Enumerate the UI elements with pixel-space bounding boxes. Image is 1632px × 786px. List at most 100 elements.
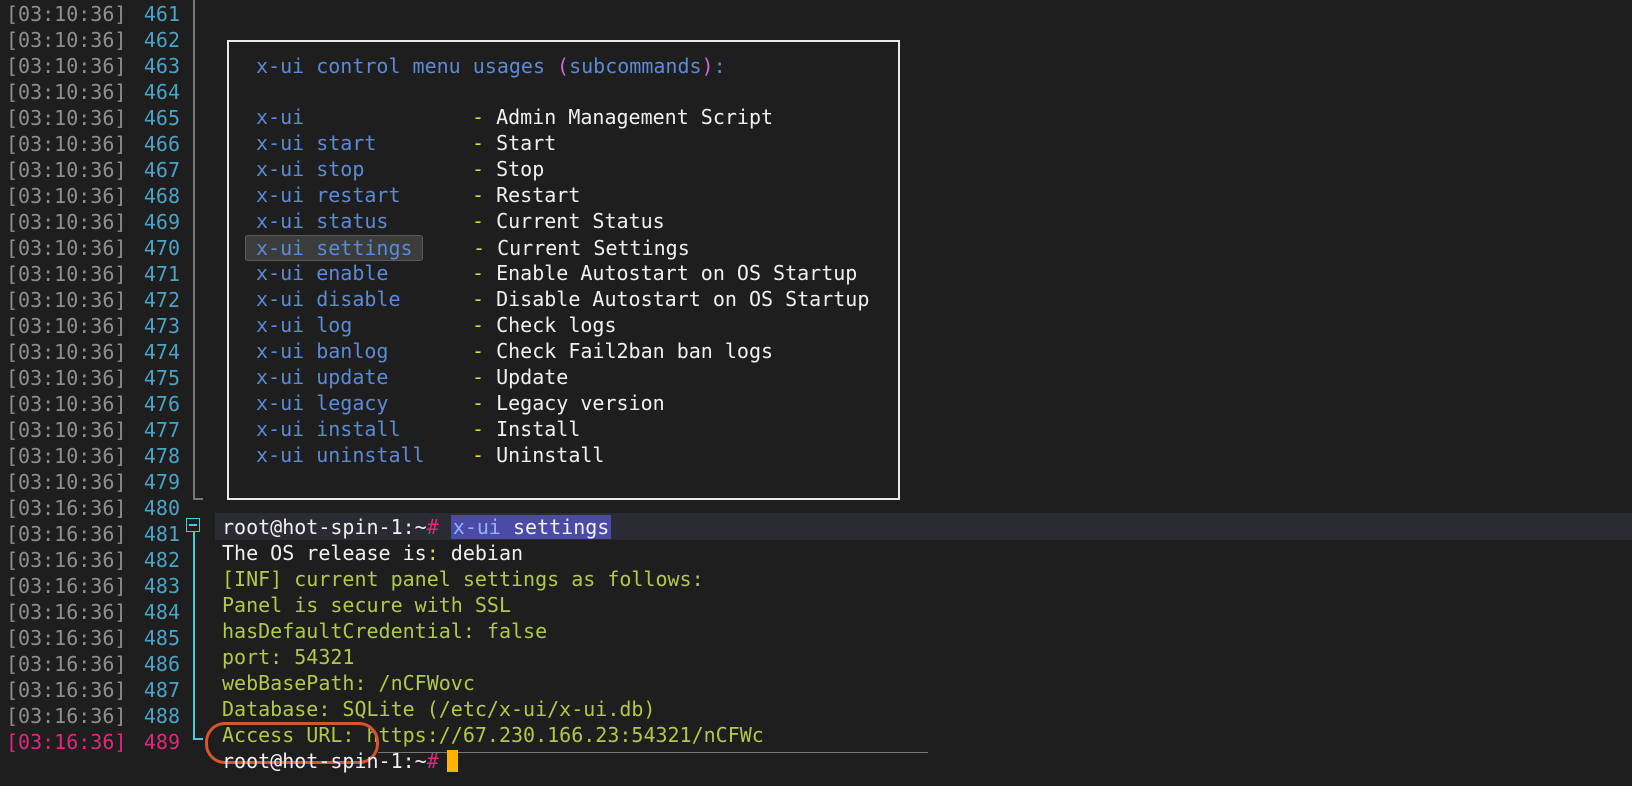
output-line-webbasepath: webBasePath: /nCFWovc bbox=[222, 671, 475, 695]
timestamp: [03:10:36] bbox=[6, 132, 127, 156]
timestamp: [03:10:36] bbox=[6, 392, 127, 416]
menu-item-command[interactable]: x-ui bbox=[256, 105, 472, 129]
menu-item-dash: - bbox=[472, 313, 497, 337]
line-number: 470 bbox=[143, 236, 180, 260]
output-line-port: port: 54321 bbox=[222, 645, 355, 669]
timestamp: [03:10:36] bbox=[6, 314, 127, 338]
menu-item-command[interactable]: x-ui settings bbox=[245, 235, 423, 261]
line-number: 478 bbox=[143, 444, 180, 468]
menu-item-description: Legacy version bbox=[496, 391, 665, 415]
line-number: 475 bbox=[143, 366, 180, 390]
timestamp: [03:10:36] bbox=[6, 470, 127, 494]
menu-item-command[interactable]: x-ui enable bbox=[256, 261, 472, 285]
line-number: 469 bbox=[143, 210, 180, 234]
menu-item-dash: - bbox=[472, 183, 497, 207]
menu-item-dash: - bbox=[472, 261, 497, 285]
access-url-value[interactable]: https://67.230.166.23:54321/nCFWc bbox=[354, 723, 763, 747]
output-line-credential: hasDefaultCredential: false bbox=[222, 619, 548, 643]
menu-item-command[interactable]: x-ui start bbox=[256, 131, 472, 155]
menu-item: x-ui - Admin Management Script bbox=[256, 105, 773, 132]
timestamp: [03:10:36] bbox=[6, 54, 127, 78]
menu-item-dash: - bbox=[472, 131, 497, 155]
prompt-hash: # bbox=[426, 515, 439, 539]
menu-item-command[interactable]: x-ui banlog bbox=[256, 339, 472, 363]
timestamp: [03:10:36] bbox=[6, 262, 127, 286]
menu-item-command[interactable]: x-ui stop bbox=[256, 157, 472, 181]
timestamp: [03:10:36] bbox=[6, 418, 127, 442]
fold-guide-line bbox=[193, 0, 195, 498]
menu-item-dash: - bbox=[472, 105, 497, 129]
terminal-window[interactable]: [03:10:36] 461 [03:10:36] 462 [03:10:36] 463 [… bbox=[0, 0, 1632, 786]
line-number: 477 bbox=[143, 418, 180, 442]
line-number: 479 bbox=[143, 470, 180, 494]
timestamp: [03:10:36] bbox=[6, 106, 127, 130]
menu-item: x-ui uninstall - Uninstall bbox=[256, 443, 604, 470]
menu-item: x-ui enable - Enable Autostart on OS Star… bbox=[256, 261, 857, 288]
menu-item: x-ui status - Current Status bbox=[256, 209, 665, 236]
menu-item: x-ui log - Check logs bbox=[256, 313, 617, 340]
timestamp: [03:10:36] bbox=[6, 210, 127, 234]
menu-item-description: Uninstall bbox=[496, 443, 605, 467]
menu-item-description: Current Settings bbox=[497, 236, 690, 260]
menu-item: x-ui stop - Stop bbox=[256, 157, 544, 184]
menu-item-command[interactable]: x-ui legacy bbox=[256, 391, 472, 415]
prompt-line: root@hot-spin-1:~# x-ui settings bbox=[0, 513, 1632, 540]
menu-item-dash: - bbox=[472, 209, 497, 233]
menu-item-description: Admin Management Script bbox=[496, 105, 774, 129]
menu-item: x-ui banlog - Check Fail2ban ban logs bbox=[256, 339, 773, 366]
menu-item: x-ui legacy - Legacy version bbox=[256, 391, 665, 418]
menu-item: x-ui start - Start bbox=[256, 131, 556, 158]
entered-command[interactable]: x-ui settings bbox=[450, 515, 612, 539]
menu-item-command[interactable]: x-ui uninstall bbox=[256, 443, 472, 467]
timestamp: [03:10:36] bbox=[6, 444, 127, 468]
menu-item-command[interactable]: x-ui log bbox=[256, 313, 472, 337]
line-number: 472 bbox=[143, 288, 180, 312]
menu-item: x-ui update - Update bbox=[256, 365, 568, 392]
line-number: 468 bbox=[143, 184, 180, 208]
menu-item-dash: - bbox=[472, 391, 497, 415]
line-number: 476 bbox=[143, 392, 180, 416]
final-prompt-line[interactable]: root@hot-spin-1:~# bbox=[0, 747, 1632, 774]
menu-item-command[interactable]: x-ui restart bbox=[256, 183, 472, 207]
menu-item-dash: - bbox=[472, 365, 497, 389]
menu-item-command[interactable]: x-ui update bbox=[256, 365, 472, 389]
timestamp: [03:10:36] bbox=[6, 340, 127, 364]
line-number: 467 bbox=[143, 158, 180, 182]
output-line-os: The OS release is: debian bbox=[222, 541, 524, 565]
menu-item: x-ui settings - Current Settings bbox=[245, 235, 690, 262]
menu-item: x-ui disable - Disable Autostart on OS St… bbox=[256, 287, 869, 314]
timestamp: [03:10:36] bbox=[6, 2, 127, 26]
menu-item-dash: - bbox=[472, 417, 497, 441]
output-line-database: Database: SQLite (/etc/x-ui/x-ui.db) bbox=[222, 697, 656, 721]
line-number: 466 bbox=[143, 132, 180, 156]
menu-item-description: Install bbox=[496, 417, 581, 441]
timestamp: [03:10:36] bbox=[6, 80, 127, 104]
menu-item-description: Check logs bbox=[496, 313, 617, 337]
output-line-ssl: Panel is secure with SSL bbox=[222, 593, 511, 617]
menu-title: x-ui control menu usages (subcommands): bbox=[256, 54, 726, 78]
menu-item-description: Update bbox=[496, 365, 569, 389]
menu-item-dash: - bbox=[472, 443, 497, 467]
menu-item: x-ui restart - Restart bbox=[256, 183, 580, 210]
menu-item-command[interactable]: x-ui disable bbox=[256, 287, 472, 311]
line-number: 463 bbox=[143, 54, 180, 78]
line-number: 461 bbox=[143, 2, 180, 26]
menu-item-description: Start bbox=[496, 131, 557, 155]
menu-item: x-ui install - Install bbox=[256, 417, 580, 444]
timestamp: [03:10:36] bbox=[6, 184, 127, 208]
text-cursor bbox=[446, 750, 458, 772]
prompt: root@hot-spin-1:~# x-ui settings bbox=[222, 515, 612, 539]
menu-item-dash: - bbox=[472, 287, 497, 311]
line-number: 474 bbox=[143, 340, 180, 364]
timestamp: [03:10:36] bbox=[6, 158, 127, 182]
line-number: 462 bbox=[143, 28, 180, 52]
line-number: 473 bbox=[143, 314, 180, 338]
line-number: 465 bbox=[143, 106, 180, 130]
output-line-inf: [INF] current panel settings as follows: bbox=[222, 567, 704, 591]
prompt-user-host: root@hot-spin-1:~ bbox=[222, 515, 427, 539]
menu-item-description: Enable Autostart on OS Startup bbox=[496, 261, 858, 285]
line-number: 464 bbox=[143, 80, 180, 104]
menu-item-command[interactable]: x-ui install bbox=[256, 417, 472, 441]
menu-item-dash: - bbox=[472, 339, 497, 363]
menu-item-command[interactable]: x-ui status bbox=[256, 209, 472, 233]
